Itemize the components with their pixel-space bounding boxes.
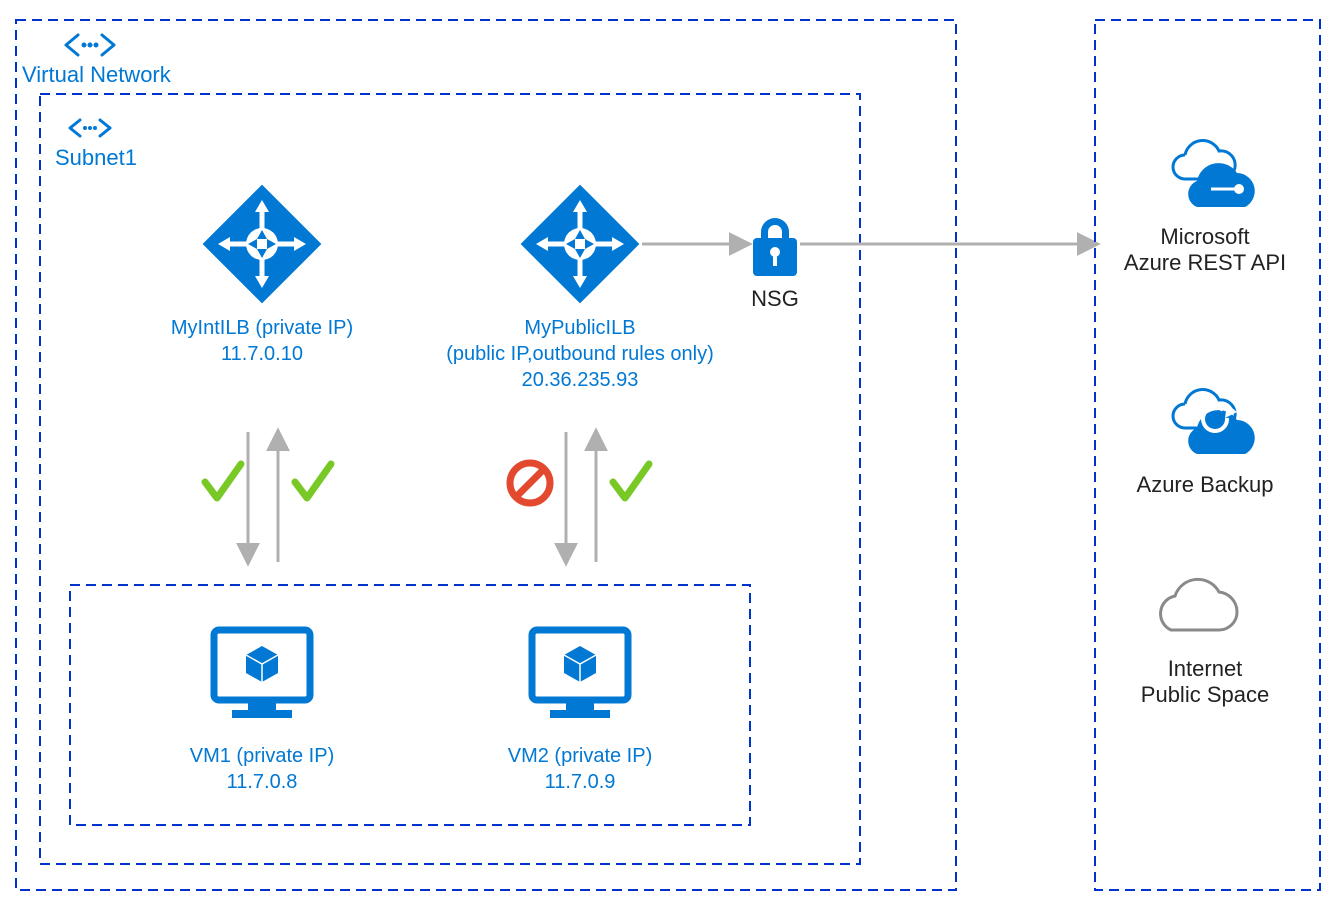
nsg-lock-icon	[753, 218, 797, 276]
cloud-internet-line2: Public Space	[1141, 682, 1269, 707]
cloud-backup-line1: Azure Backup	[1137, 472, 1274, 497]
check-icon-pub-up	[613, 464, 649, 498]
vnet-icon	[66, 35, 114, 55]
check-icon-int-down	[205, 464, 241, 498]
load-balancer-icon-internal	[203, 185, 322, 304]
load-balancer-icon-public	[521, 185, 640, 304]
external-box	[1095, 20, 1320, 890]
subnet-icon	[70, 120, 110, 136]
pub-ilb-ip: 20.36.235.93	[522, 369, 639, 391]
vm2-ip: 11.7.0.9	[545, 771, 616, 793]
subnet-box	[40, 94, 860, 864]
cloud-internet-line1: Internet	[1168, 656, 1243, 681]
subnet-label: Subnet1	[55, 145, 137, 170]
vnet-label: Virtual Network	[22, 62, 172, 87]
int-ilb-ip: 11.7.0.10	[221, 343, 303, 365]
vm1-ip: 11.7.0.8	[227, 771, 298, 793]
cloud-api-line2: Azure REST API	[1124, 250, 1286, 275]
vm-icon-1	[214, 630, 310, 718]
vnet-box	[16, 20, 956, 890]
cloud-internet-icon	[1161, 579, 1237, 630]
pub-ilb-name: MyPublicILB	[524, 317, 635, 339]
vm2-name: VM2 (private IP)	[508, 745, 652, 767]
vm-pool-box	[70, 585, 750, 825]
cloud-backup-icon	[1173, 390, 1255, 454]
nsg-label: NSG	[751, 286, 799, 311]
int-ilb-name: MyIntILB (private IP)	[171, 317, 353, 339]
check-icon-int-up	[295, 464, 331, 498]
vm1-name: VM1 (private IP)	[190, 745, 334, 767]
cloud-api-icon	[1173, 141, 1255, 207]
vm-icon-2	[532, 630, 628, 718]
cloud-api-line1: Microsoft	[1160, 224, 1249, 249]
pub-ilb-desc: (public IP,outbound rules only)	[446, 343, 714, 365]
prohibit-icon-pub-down	[510, 463, 550, 503]
